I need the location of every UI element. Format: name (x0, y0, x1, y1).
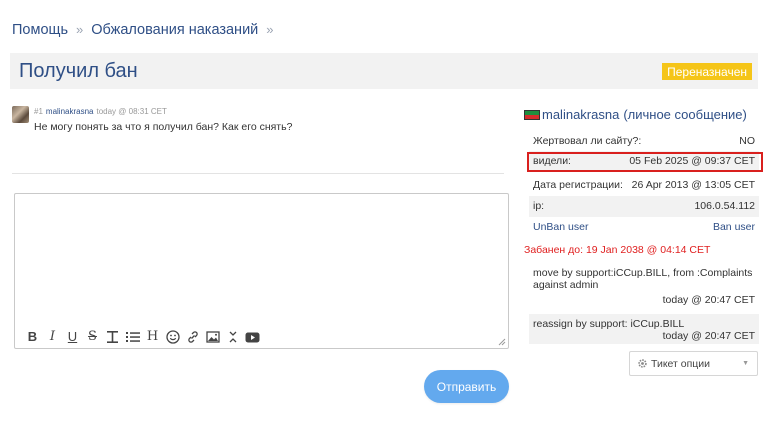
info-key: Жертвовал ли сайту?: (533, 135, 642, 147)
info-row-registered: Дата регистрации: 26 Apr 2013 @ 13:05 CE… (529, 175, 759, 196)
post-author-link[interactable]: malinakrasna (46, 107, 94, 116)
ticket-options-select[interactable]: Тикет опции ▼ (629, 351, 758, 376)
info-value: 106.0.54.112 (694, 200, 755, 212)
reply-editor[interactable]: B I U S H (14, 193, 509, 349)
log-time: today @ 20:47 CET (662, 294, 755, 306)
banned-until: Забанен до: 19 Jan 2038 @ 04:14 CET (524, 244, 711, 256)
link-icon[interactable] (184, 330, 201, 344)
private-message-link[interactable]: (личное сообщение) (623, 107, 747, 122)
breadcrumb: Помощь » Обжалования наказаний » (12, 22, 282, 38)
info-value: 26 Apr 2013 @ 13:05 CET (631, 179, 755, 191)
log-entry: reassign by support: iCCup.BILL today @ … (529, 314, 759, 344)
country-flag-icon (524, 109, 540, 120)
chevron-down-icon: ▼ (742, 360, 749, 367)
info-row-donated: Жертвовал ли сайту?: NO (529, 131, 759, 151)
log-text: move by support:iCCup.BILL, from :Compla… (533, 267, 753, 291)
post-time: today @ 08:31 CET (96, 107, 167, 116)
ticket-header: Получил бан Переназначен (10, 53, 758, 89)
ban-actions: UnBan user Ban user (529, 217, 759, 237)
spoiler-icon[interactable] (224, 330, 241, 344)
editor-toolbar: B I U S H (24, 330, 264, 344)
log-entry: move by support:iCCup.BILL, from :Compla… (529, 262, 759, 314)
ban-user-link[interactable]: Ban user (713, 217, 755, 237)
sidebar-username[interactable]: malinakrasna (542, 107, 619, 122)
emoji-icon[interactable] (164, 330, 181, 344)
heading-icon[interactable]: H (144, 330, 161, 344)
breadcrumb-appeals[interactable]: Обжалования наказаний (91, 22, 258, 38)
image-icon[interactable] (204, 330, 221, 344)
log-text: reassign by support: iCCup.BILL (533, 318, 685, 330)
breadcrumb-separator: » (266, 22, 274, 37)
info-value: 05 Feb 2025 @ 09:37 CET (629, 155, 755, 167)
info-value: NO (739, 135, 755, 147)
status-badge: Переназначен (662, 63, 752, 80)
italic-icon[interactable]: I (44, 330, 61, 344)
send-button[interactable]: Отправить (424, 370, 509, 403)
info-row-ip: ip: 106.0.54.112 (529, 196, 759, 217)
ticket-title: Получил бан (19, 60, 138, 82)
info-key: ip: (533, 200, 545, 212)
divider (12, 173, 504, 174)
breadcrumb-help[interactable]: Помощь (12, 22, 68, 38)
avatar[interactable] (12, 106, 29, 123)
post-number: #1 (34, 107, 43, 116)
list-icon[interactable] (124, 330, 141, 344)
bold-icon[interactable]: B (24, 330, 41, 344)
unban-user-link[interactable]: UnBan user (533, 217, 588, 237)
underline-icon[interactable]: U (64, 330, 81, 344)
resize-handle[interactable] (498, 338, 506, 346)
sidebar-user: malinakrasna (личное сообщение) (524, 107, 747, 122)
breadcrumb-separator: » (76, 22, 84, 37)
info-row-seen: видели: 05 Feb 2025 @ 09:37 CET (527, 151, 763, 172)
youtube-icon[interactable] (244, 330, 261, 344)
ticket-options-label: Тикет опции (651, 358, 711, 370)
align-icon[interactable] (104, 330, 121, 344)
info-key: Дата регистрации: (533, 179, 623, 191)
info-key: видели: (533, 155, 571, 167)
log-time: today @ 20:47 CET (662, 330, 755, 342)
post-meta: #1 malinakrasna today @ 08:31 CET (34, 107, 167, 116)
gear-icon (638, 359, 647, 368)
strikethrough-icon[interactable]: S (84, 330, 101, 344)
post-text: Не могу понять за что я получил бан? Как… (34, 121, 293, 133)
